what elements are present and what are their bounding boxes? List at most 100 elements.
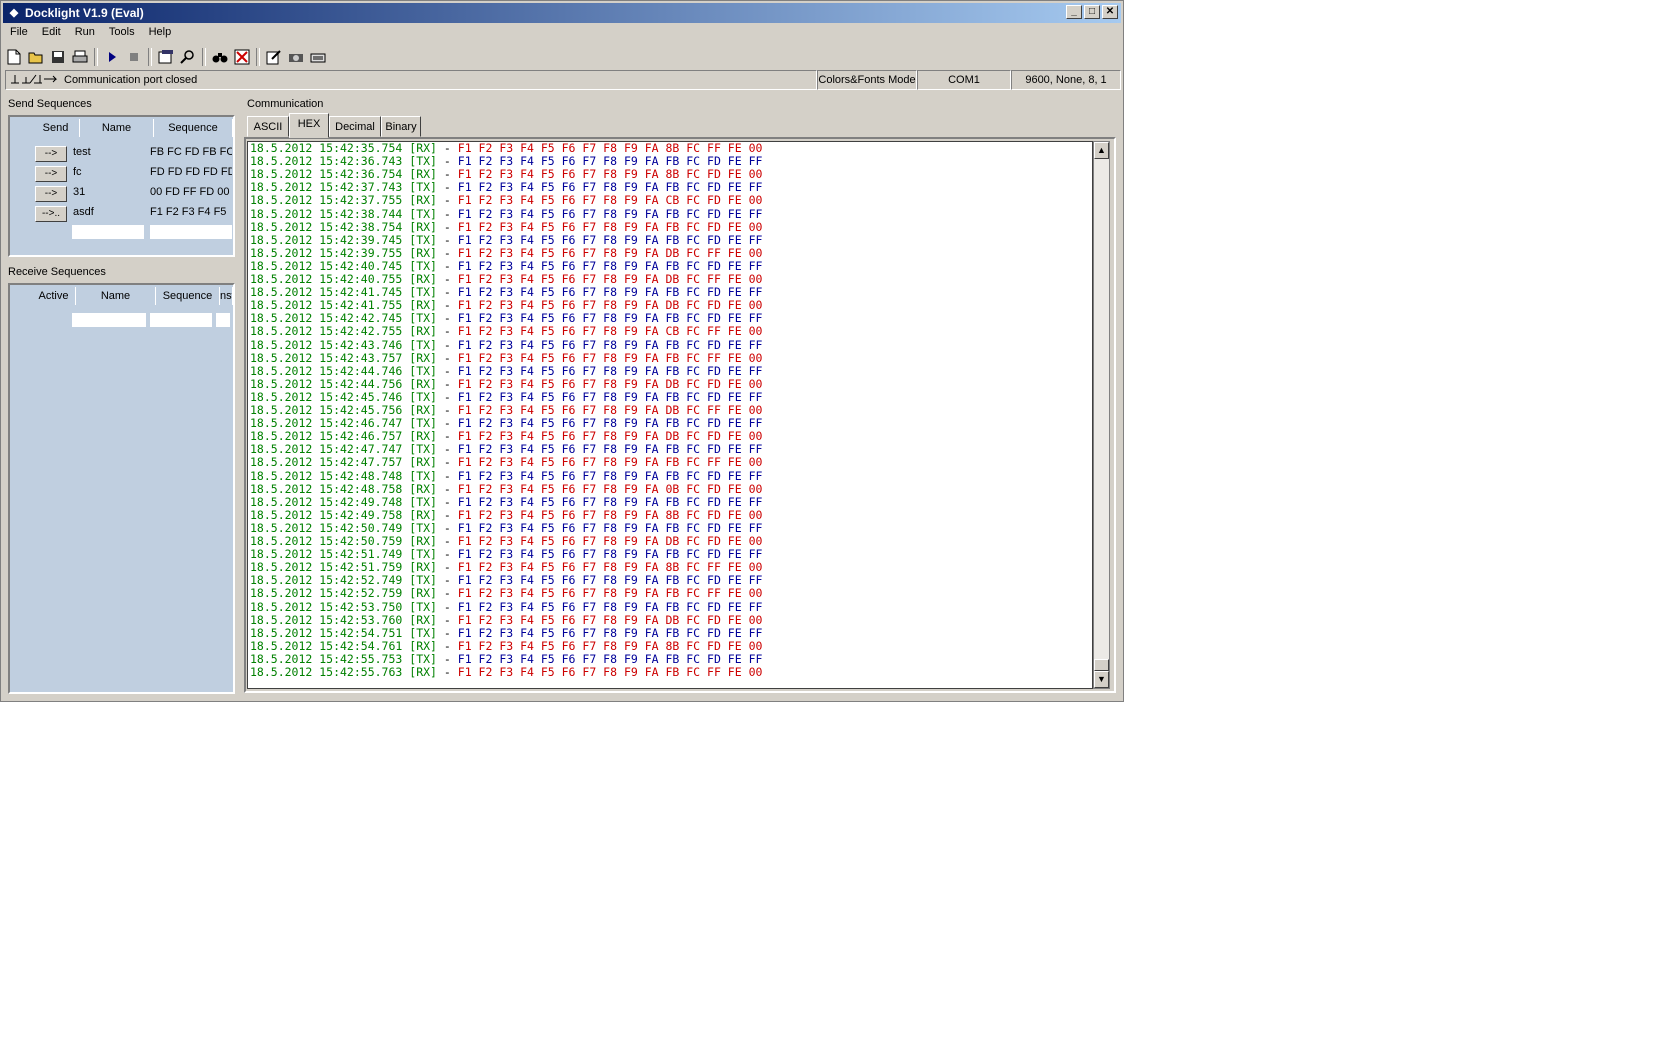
log-line: 18.5.2012 15:42:46.747 [TX] - F1 F2 F3 F… [250,417,762,430]
log-data: F1 F2 F3 F4 F5 F6 F7 F8 F9 FA FB FC FD F… [457,363,763,378]
log-line: 18.5.2012 15:42:52.759 [RX] - F1 F2 F3 F… [250,587,762,600]
vertical-scrollbar[interactable]: ▲ ▼ [1093,141,1110,689]
clear-icon[interactable] [231,46,253,68]
log-timestamp: 18.5.2012 15:42:55.763 [250,665,403,679]
log-data: F1 F2 F3 F4 F5 F6 F7 F8 F9 FA DB FC FF F… [457,403,763,417]
maximize-button[interactable]: □ [1084,5,1100,19]
menu-file[interactable]: File [3,24,35,42]
column-send[interactable]: Send [32,119,80,137]
log-separator: - [443,389,451,404]
column-name[interactable]: Name [80,119,154,137]
log-separator: - [443,520,451,535]
log-separator: - [443,429,451,444]
log-line: 18.5.2012 15:42:39.745 [TX] - F1 F2 F3 F… [250,232,762,247]
scroll-down-button[interactable]: ▼ [1094,671,1109,688]
run-icon[interactable] [101,46,123,68]
port-indicator: COM1 [917,70,1011,90]
send-button[interactable]: --> [35,186,67,202]
sequence-value[interactable]: F1 F2 F3 F4 F5 [150,206,232,218]
new-sequence-name-field[interactable] [72,225,144,239]
log-line: 18.5.2012 15:42:45.746 [TX] - F1 F2 F3 F… [250,389,762,404]
menu-help[interactable]: Help [142,24,179,42]
column-sequence[interactable]: Sequence [156,287,220,305]
log-timestamp: 18.5.2012 15:42:55.753 [250,651,403,666]
sequence-name[interactable]: fc [73,166,147,178]
log-direction: [RX] [409,586,437,601]
colors-fonts-mode[interactable]: Colors&Fonts Mode [817,70,917,90]
column-sequence[interactable]: Sequence [154,119,233,137]
log-data: F1 F2 F3 F4 F5 F6 F7 F8 F9 FA FB FC FD F… [457,494,763,509]
log-line: 18.5.2012 15:42:50.759 [RX] - F1 F2 F3 F… [250,535,762,548]
log-line: 18.5.2012 15:42:46.757 [RX] - F1 F2 F3 F… [250,430,762,443]
send-button[interactable]: --> [35,166,67,182]
log-timestamp: 18.5.2012 15:42:40.745 [250,258,403,273]
stop-icon[interactable] [123,46,145,68]
new-sequence-value-field[interactable] [150,225,232,239]
close-button[interactable]: ✕ [1102,5,1118,19]
menu-tools[interactable]: Tools [102,24,142,42]
column-name[interactable]: Name [76,287,156,305]
keyboard-icon[interactable] [307,46,329,68]
sequence-name[interactable]: test [73,146,147,158]
log-direction: [TX] [409,232,437,247]
log-data: F1 F2 F3 F4 F5 F6 F7 F8 F9 FA CB FC FF F… [457,324,763,339]
send-button[interactable]: --> [35,146,67,162]
scroll-up-button[interactable]: ▲ [1094,142,1109,159]
column-answer[interactable]: nsw [220,287,233,305]
send-button[interactable]: -->.. [35,206,67,222]
find-icon[interactable] [177,46,199,68]
tab-binary[interactable]: Binary [381,116,421,137]
print-icon[interactable] [69,46,91,68]
log-separator: - [443,612,451,627]
snapshot-icon[interactable] [285,46,307,68]
tab-hex[interactable]: HEX [289,113,329,138]
tab-ascii[interactable]: ASCII [247,116,289,137]
settings-icon[interactable] [155,46,177,68]
log-timestamp: 18.5.2012 15:42:45.756 [250,403,403,417]
scroll-thumb[interactable] [1094,659,1109,671]
log-line: 18.5.2012 15:42:35.754 [RX] - F1 F2 F3 F… [250,142,762,155]
open-folder-icon[interactable] [25,46,47,68]
edit-icon[interactable] [263,46,285,68]
port-settings: 9600, None, 8, 1 [1011,70,1121,90]
save-icon[interactable] [47,46,69,68]
sequence-value[interactable]: FD FD FD FD FD [150,166,232,178]
title-bar[interactable]: ◆ Docklight V1.9 (Eval) _ □ ✕ [3,3,1121,23]
sequence-value[interactable]: FB FC FD FB FC [150,146,232,158]
log-data: F1 F2 F3 F4 F5 F6 F7 F8 F9 FA DB FC FD F… [457,534,763,548]
new-receive-answer-field[interactable] [216,313,230,327]
log-direction: [TX] [409,599,437,614]
new-receive-name-field[interactable] [72,313,146,327]
log-line: 18.5.2012 15:42:40.755 [RX] - F1 F2 F3 F… [250,273,762,286]
log-data: F1 F2 F3 F4 F5 F6 F7 F8 F9 FA FB FC FD F… [457,625,763,640]
log-direction: [RX] [409,324,437,339]
tab-decimal[interactable]: Decimal [329,116,381,137]
log-line: 18.5.2012 15:42:48.748 [TX] - F1 F2 F3 F… [250,469,762,483]
log-data: F1 F2 F3 F4 F5 F6 F7 F8 F9 FA FB FC FD F… [457,599,763,614]
log-timestamp: 18.5.2012 15:42:49.748 [250,494,403,509]
minimize-button[interactable]: _ [1066,5,1082,19]
log-timestamp: 18.5.2012 15:42:46.747 [250,416,403,431]
sequence-name[interactable]: asdf [73,206,147,218]
log-timestamp: 18.5.2012 15:42:38.754 [250,219,403,234]
log-timestamp: 18.5.2012 15:42:52.749 [250,573,403,588]
log-timestamp: 18.5.2012 15:42:36.754 [250,167,403,182]
log-direction: [TX] [409,547,437,562]
log-line: 18.5.2012 15:42:38.754 [RX] - F1 F2 F3 F… [250,219,762,234]
column-active[interactable]: Active [32,287,76,305]
log-direction: [RX] [409,481,437,496]
communication-log[interactable]: 18.5.2012 15:42:35.754 [RX] - F1 F2 F3 F… [247,141,1093,689]
new-receive-sequence-field[interactable] [150,313,212,327]
menu-run[interactable]: Run [68,24,102,42]
binoculars-icon[interactable] [209,46,231,68]
log-timestamp: 18.5.2012 15:42:42.755 [250,324,403,339]
log-separator: - [443,324,451,339]
receive-sequences-panel: Active Name Sequence nsw [8,283,235,694]
sequence-value[interactable]: 00 FD FF FD 00 [150,186,232,198]
log-direction: [TX] [409,520,437,535]
new-file-icon[interactable] [3,46,25,68]
log-timestamp: 18.5.2012 15:42:36.743 [250,154,403,169]
menu-edit[interactable]: Edit [35,24,68,42]
sequence-name[interactable]: 31 [73,186,147,198]
log-timestamp: 18.5.2012 15:42:37.743 [250,180,403,195]
